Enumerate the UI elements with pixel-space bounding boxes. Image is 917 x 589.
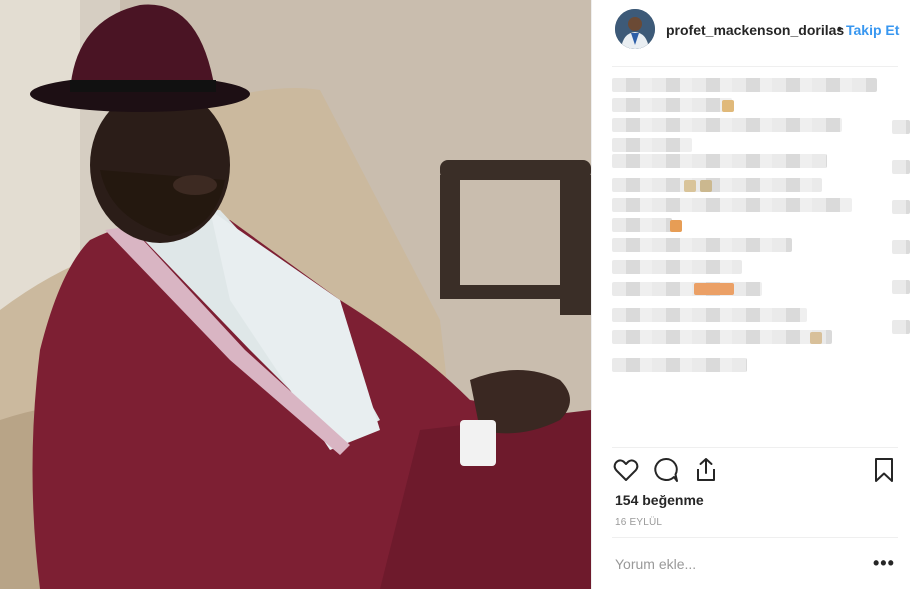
post-photo[interactable] [0, 0, 591, 589]
blurred-text-line [612, 238, 792, 252]
photo-illustration [0, 0, 591, 589]
bookmark-icon [875, 458, 893, 482]
like-count[interactable]: 154 beğenme [615, 492, 704, 508]
blurred-text-line [612, 358, 747, 372]
blurred-text-line [892, 240, 910, 254]
avatar[interactable] [615, 9, 655, 49]
post-header: profet_mackenson_dorilas • Takip Et [592, 0, 917, 58]
emoji-blur [694, 283, 734, 295]
share-icon [697, 458, 715, 481]
emoji-blur [684, 180, 696, 192]
blurred-text-line [612, 178, 822, 192]
header-divider [612, 66, 898, 67]
emoji-blur [810, 332, 822, 344]
blurred-text-line [892, 200, 910, 214]
share-button[interactable] [692, 456, 720, 484]
emoji-blur [670, 220, 682, 232]
comment-divider [612, 537, 898, 538]
actions-divider [612, 447, 898, 448]
blurred-text-line [612, 98, 732, 112]
instagram-post: profet_mackenson_dorilas • Takip Et 154 … [0, 0, 917, 589]
action-bar [612, 456, 908, 486]
heart-icon [613, 459, 639, 481]
post-date[interactable]: 16 EYLÜL [615, 517, 662, 528]
emoji-blur [700, 180, 712, 192]
more-options-button[interactable]: ••• [873, 554, 895, 572]
blurred-text-line [612, 198, 852, 212]
like-button[interactable] [612, 456, 640, 484]
post-side-panel: profet_mackenson_dorilas • Takip Et 154 … [591, 0, 917, 589]
username-link[interactable]: profet_mackenson_dorilas [666, 22, 844, 38]
blurred-text-line [612, 330, 832, 344]
blurred-text-line [612, 282, 762, 296]
blurred-text-line [892, 120, 910, 134]
follow-button[interactable]: Takip Et [846, 22, 899, 38]
emoji-blur [722, 100, 734, 112]
blurred-text-line [892, 320, 910, 334]
blurred-text-line [892, 280, 910, 294]
blurred-text-line [612, 308, 807, 322]
blurred-text-line [612, 260, 742, 274]
save-button[interactable] [870, 456, 898, 484]
comment-button[interactable] [652, 456, 680, 484]
blurred-text-line [612, 154, 827, 168]
blurred-text-line [892, 160, 910, 174]
blurred-text-line [612, 118, 842, 132]
caption-comments-area [612, 70, 912, 440]
blurred-text-line [612, 138, 692, 152]
add-comment-input[interactable] [615, 555, 855, 573]
header-separator: • [837, 20, 842, 36]
blurred-text-line [612, 218, 672, 232]
blurred-text-line [612, 78, 877, 92]
comment-icon [654, 457, 678, 482]
